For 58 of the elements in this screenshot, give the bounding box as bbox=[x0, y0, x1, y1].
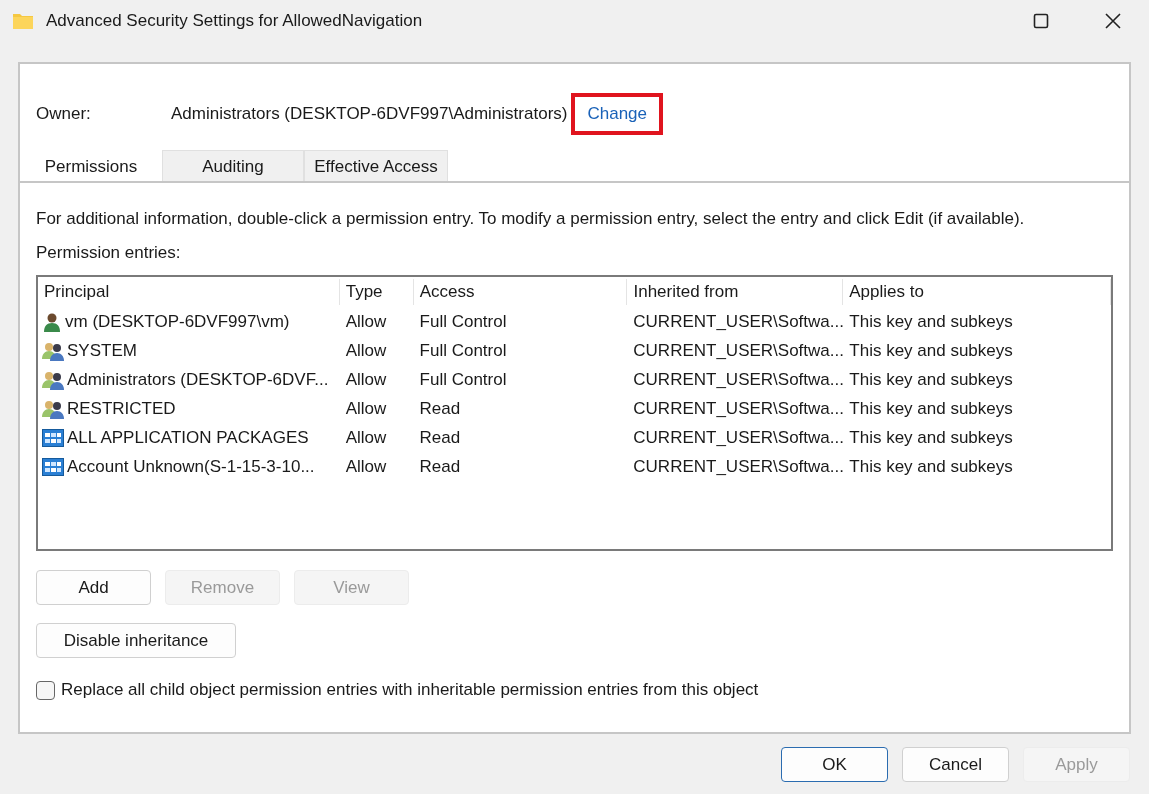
table-cell-text: CURRENT_USER\Softwa... bbox=[632, 369, 844, 390]
column-header[interactable]: Type bbox=[339, 279, 414, 305]
app-packages-icon bbox=[42, 457, 64, 476]
table-cell: vm (DESKTOP-6DVF997\vm) bbox=[65, 311, 290, 332]
table-cell-text: This key and subkeys bbox=[848, 369, 1014, 390]
table-cell-text: This key and subkeys bbox=[848, 340, 1014, 361]
table-cell-text: CURRENT_USER\Softwa... bbox=[632, 311, 844, 332]
table-cell-text: Full Control bbox=[418, 369, 508, 390]
change-link[interactable]: Change bbox=[571, 93, 664, 135]
dialog-button[interactable]: OK bbox=[781, 747, 888, 782]
table-cell-text: Read bbox=[418, 456, 462, 477]
table-cell-text: CURRENT_USER\Softwa... bbox=[632, 427, 844, 448]
table-cell-text: Allow bbox=[344, 398, 388, 419]
column-header[interactable]: Applies to bbox=[843, 279, 1111, 305]
users-icon bbox=[42, 340, 64, 361]
column-header[interactable]: Access bbox=[413, 279, 628, 305]
table-cell: RESTRICTED bbox=[67, 398, 176, 419]
tab[interactable]: Effective Access bbox=[304, 150, 448, 181]
app-packages-icon bbox=[42, 428, 64, 447]
table-cell-text: Allow bbox=[344, 456, 388, 477]
maximize-icon[interactable] bbox=[1033, 13, 1049, 29]
table-cell-text: CURRENT_USER\Softwa... bbox=[632, 398, 844, 419]
column-header[interactable]: Principal bbox=[38, 279, 340, 305]
owner-label: Owner: bbox=[36, 104, 92, 124]
table-cell-text: This key and subkeys bbox=[848, 427, 1014, 448]
table-cell-text: Allow bbox=[344, 369, 388, 390]
table-cell-text: Allow bbox=[344, 311, 388, 332]
table-cell-text: Full Control bbox=[418, 340, 508, 361]
table-cell: SYSTEM bbox=[67, 340, 137, 361]
owner-value: Administrators (DESKTOP-6DVF997\Administrators) bbox=[171, 104, 568, 124]
entries-label: Permission entries: bbox=[36, 243, 182, 263]
table-cell-text: Read bbox=[418, 427, 462, 448]
disable-inheritance-button[interactable]: Disable inheritance bbox=[36, 623, 236, 658]
table-cell: Account Unknown(S-1-15-3-10... bbox=[67, 456, 315, 477]
close-icon[interactable] bbox=[1105, 13, 1121, 29]
checkbox[interactable] bbox=[36, 680, 55, 700]
table-cell-text: This key and subkeys bbox=[848, 456, 1014, 477]
users-icon bbox=[42, 398, 64, 419]
table-cell-text: This key and subkeys bbox=[848, 398, 1014, 419]
table-cell: ALL APPLICATION PACKAGES bbox=[67, 427, 309, 448]
table-cell-text: Read bbox=[418, 398, 462, 419]
tab[interactable]: Auditing bbox=[162, 150, 304, 181]
user-icon bbox=[42, 311, 62, 332]
info-text: For additional information, double-click a permission entry. To modify a permission entry, select the entry and click Edit (if available). bbox=[36, 209, 1026, 229]
dialog-button[interactable]: Cancel bbox=[902, 747, 1009, 782]
table-cell-text: Full Control bbox=[418, 311, 508, 332]
checkbox-label: Replace all child object permission entries with inheritable permission entries from this object bbox=[61, 680, 759, 700]
table-cell: Administrators (DESKTOP-6DVF... bbox=[67, 369, 329, 390]
table-cell-text: CURRENT_USER\Softwa... bbox=[632, 340, 844, 361]
table-cell-text: CURRENT_USER\Softwa... bbox=[632, 456, 844, 477]
table-cell-text: Allow bbox=[344, 427, 388, 448]
window-title: Advanced Security Settings for AllowedNavigation bbox=[46, 11, 424, 31]
table-cell-text: This key and subkeys bbox=[848, 311, 1014, 332]
table-cell-text: Allow bbox=[344, 340, 388, 361]
users-icon bbox=[42, 369, 64, 390]
entry-button[interactable]: Add bbox=[36, 570, 151, 605]
column-header[interactable]: Inherited from bbox=[627, 279, 844, 305]
folder-icon bbox=[12, 12, 34, 30]
